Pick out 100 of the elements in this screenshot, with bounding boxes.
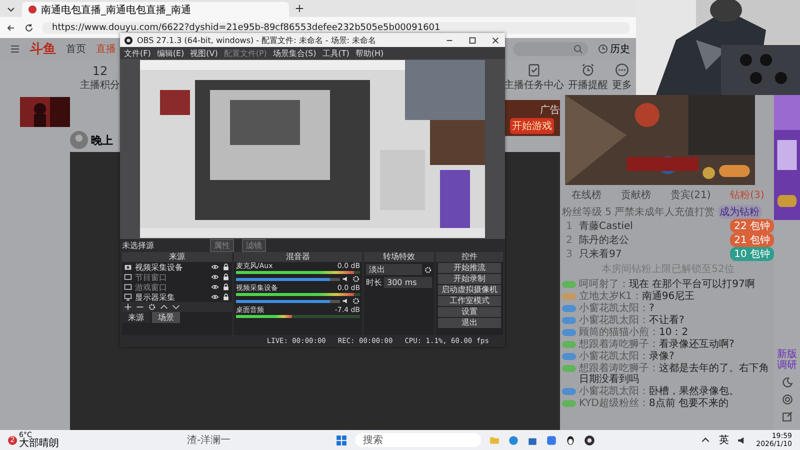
search-field[interactable] bbox=[513, 42, 588, 56]
moon-icon[interactable] bbox=[782, 377, 792, 388]
control-button[interactable]: 退出 bbox=[438, 318, 501, 328]
maximize-icon[interactable] bbox=[468, 36, 477, 44]
media-title[interactable]: 渣-洋澜一 bbox=[187, 433, 231, 447]
control-button[interactable]: 设置 bbox=[438, 307, 501, 317]
alarm-clock-icon[interactable] bbox=[581, 63, 595, 77]
join-button[interactable]: 成为钻粉 bbox=[718, 205, 762, 219]
shortcut-label[interactable]: 更多 bbox=[612, 78, 632, 92]
menu-item[interactable]: 视图(V) bbox=[190, 48, 218, 58]
search-icon bbox=[573, 44, 583, 54]
eye-icon[interactable] bbox=[211, 283, 219, 291]
taskbar-search-field[interactable]: 搜索 bbox=[354, 433, 481, 447]
notice-text: 严禁未成年人充值打赏 bbox=[614, 206, 715, 219]
control-button[interactable]: 启动虚拟摄像机 bbox=[438, 285, 501, 295]
chat-message: 小窗花凯太阳：卧槽，果然录像包。 bbox=[579, 386, 739, 397]
window-title: OBS 27.1.3 (64-bit, windows) - 配置文件: 未命名 - 场景: 未命名 bbox=[137, 34, 376, 46]
volume-slider[interactable] bbox=[236, 278, 340, 280]
menu-item[interactable]: 文件(F) bbox=[124, 48, 151, 58]
lock-icon[interactable] bbox=[222, 293, 230, 301]
eye-icon[interactable] bbox=[211, 273, 219, 281]
fan-name[interactable]: 青藤Castiel bbox=[579, 219, 726, 233]
control-button[interactable]: 开始录制 bbox=[438, 274, 501, 284]
start-game-button[interactable]: 开始游戏 bbox=[510, 118, 554, 134]
settings-icon[interactable] bbox=[352, 275, 360, 283]
menu-item[interactable]: 场景集合(S) bbox=[272, 48, 316, 58]
source-item[interactable]: 视频采集设备 bbox=[135, 262, 208, 272]
dock-tab[interactable]: 来源 bbox=[122, 312, 150, 323]
edit-icon[interactable] bbox=[782, 411, 792, 422]
duration-field[interactable]: 300 ms bbox=[384, 277, 432, 288]
new-tab-icon[interactable] bbox=[295, 4, 304, 13]
ad-tag: 广告 bbox=[540, 102, 560, 116]
badge-label: 包钟 bbox=[750, 235, 770, 246]
browser-tab[interactable]: 南通电包直播_南通电包直播_南通 bbox=[22, 2, 289, 17]
nav-link[interactable]: 首页 bbox=[66, 42, 86, 56]
history-link[interactable]: 历史 bbox=[610, 42, 630, 56]
rank-number: 2 bbox=[566, 234, 574, 246]
address-field[interactable]: https://www.douyu.com/6622?dyshid=21e95b-89cf86553defee232b505e5b00091601 bbox=[42, 22, 630, 34]
globe-icon[interactable] bbox=[508, 434, 519, 446]
lock-icon[interactable] bbox=[222, 273, 230, 281]
back-icon[interactable] bbox=[6, 22, 16, 32]
eye-icon[interactable] bbox=[211, 293, 219, 301]
settings-icon[interactable] bbox=[352, 297, 360, 305]
transition-select[interactable]: 淡出 bbox=[366, 264, 422, 275]
clipboard-icon[interactable] bbox=[527, 63, 541, 77]
add-icon[interactable] bbox=[124, 303, 132, 311]
monitor-icon bbox=[124, 293, 132, 301]
shortcut-label[interactable]: 开播提醒 bbox=[568, 78, 608, 92]
reload-icon[interactable] bbox=[24, 22, 34, 32]
fan-name[interactable]: 只来看97 bbox=[579, 247, 726, 261]
menu-item[interactable]: 工具(T) bbox=[322, 48, 350, 58]
windows-start-icon[interactable] bbox=[336, 434, 347, 446]
dock-tab[interactable]: 场景 bbox=[152, 312, 180, 323]
weather-text[interactable]: 大部晴朗 bbox=[19, 439, 59, 449]
chevron-down-icon[interactable] bbox=[172, 303, 180, 311]
badge-level: 10 bbox=[734, 249, 747, 260]
lock-icon[interactable] bbox=[222, 283, 230, 291]
target-icon[interactable] bbox=[782, 394, 792, 405]
penguin-icon[interactable] bbox=[564, 434, 576, 446]
fan-name[interactable]: 陈丹的老公 bbox=[579, 233, 726, 247]
badge-label: 包钟 bbox=[750, 221, 770, 232]
menu-item[interactable]: 帮助(H) bbox=[355, 48, 384, 58]
points-value: 12 bbox=[92, 64, 108, 78]
more-icon[interactable] bbox=[615, 63, 629, 77]
chat-message: 小窗花凯太阳：? bbox=[579, 303, 654, 314]
ranking-tab[interactable]: 贡献榜 bbox=[620, 188, 651, 202]
settings-icon[interactable] bbox=[148, 303, 156, 311]
input-language[interactable]: 英 bbox=[719, 433, 730, 447]
app-icon[interactable] bbox=[546, 434, 557, 446]
tab-title: 南通电包直播_南通电包直播_南通 bbox=[41, 4, 191, 16]
source-item[interactable]: 显示器采集 bbox=[135, 292, 208, 302]
badge-level: 21 bbox=[734, 235, 747, 246]
menu-item[interactable]: 编辑(E) bbox=[156, 48, 184, 58]
menu-icon[interactable] bbox=[10, 44, 20, 54]
control-button[interactable]: 工作室模式 bbox=[438, 296, 501, 306]
badge-label: 包钟 bbox=[750, 249, 770, 260]
chat-message: 小窗花凯太阳：录像? bbox=[579, 351, 674, 362]
chat-message: 立地太岁K1：南通96尼王 bbox=[579, 291, 695, 302]
ranking-tab[interactable]: 在线榜 bbox=[572, 188, 602, 202]
chat-message: 想跟着涛吃狮子：看录像还互动啊? bbox=[579, 339, 734, 350]
camera-icon bbox=[124, 263, 132, 271]
lock-icon[interactable] bbox=[222, 263, 230, 271]
chat-message: 小窗花凯太阳：不让看? bbox=[579, 315, 684, 326]
volume-slider[interactable] bbox=[236, 300, 340, 302]
duration-label: 时长 bbox=[366, 277, 382, 288]
ad-banner[interactable]: 广告 开始游戏 bbox=[504, 100, 560, 136]
badge-level: 22 bbox=[734, 221, 747, 232]
clock-icon[interactable] bbox=[598, 44, 608, 54]
chevron-up-icon[interactable] bbox=[160, 303, 168, 311]
dock-title: 控件 bbox=[436, 252, 503, 262]
ranking-tab[interactable]: 贵宾(21) bbox=[670, 188, 711, 202]
settings-icon[interactable] bbox=[424, 266, 432, 274]
eye-icon[interactable] bbox=[211, 263, 219, 271]
close-icon[interactable] bbox=[491, 36, 500, 44]
control-button[interactable]: 开始推流 bbox=[438, 263, 501, 273]
dock-title: 来源 bbox=[122, 252, 232, 262]
no-source-label: 未选择源 bbox=[122, 240, 155, 251]
avatar-icon bbox=[70, 131, 88, 149]
shortcut-label[interactable]: 主播任务中心 bbox=[504, 78, 564, 92]
chat-message: 顾筒的猫猫小煎：10：2 bbox=[579, 327, 688, 338]
